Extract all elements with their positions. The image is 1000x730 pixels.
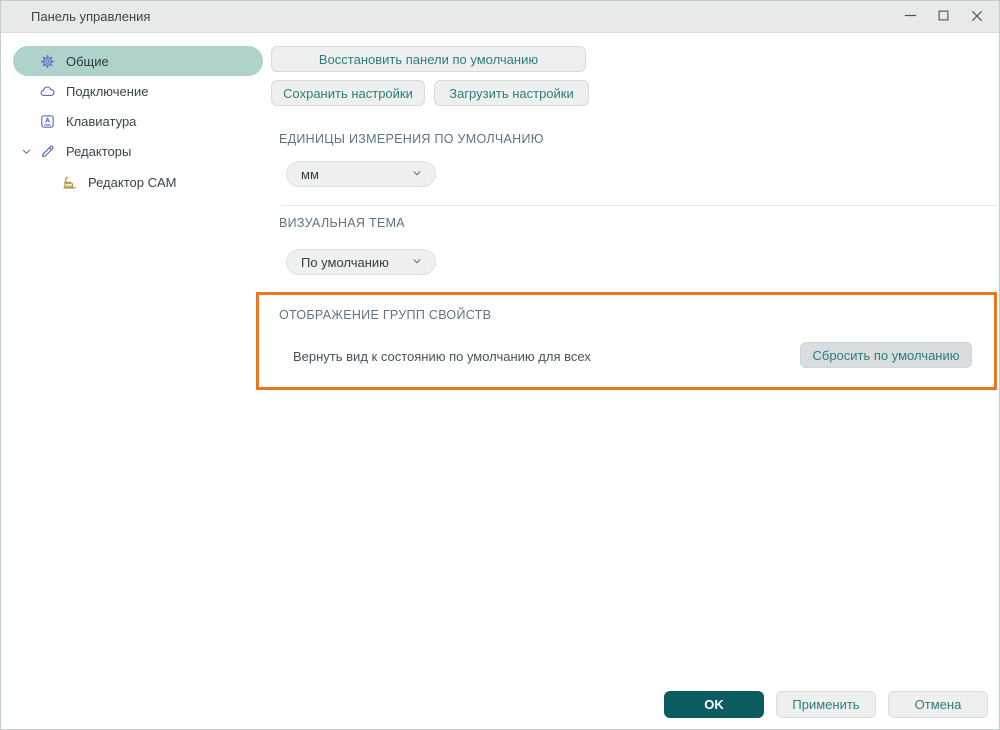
window-title: Панель управления xyxy=(31,9,151,24)
property-groups-title: ОТОБРАЖЕНИЕ ГРУПП СВОЙСТВ xyxy=(279,308,492,322)
units-dropdown[interactable]: мм xyxy=(286,161,436,187)
sidebar-item-label: Редакторы xyxy=(66,143,132,159)
chevron-down-icon xyxy=(411,255,423,270)
sidebar-item-cam-editor[interactable]: Редактор CAM xyxy=(13,167,263,197)
sidebar-item-connection[interactable]: Подключение xyxy=(13,76,263,106)
sidebar-item-label: Редактор CAM xyxy=(88,174,177,190)
theme-dropdown-value: По умолчанию xyxy=(301,254,389,270)
minimize-button[interactable] xyxy=(894,2,927,32)
save-settings-button[interactable]: Сохранить настройки xyxy=(271,80,425,106)
chevron-down-icon[interactable] xyxy=(19,144,33,158)
sidebar-item-editors[interactable]: Редакторы xyxy=(13,136,263,166)
sidebar-item-keyboard[interactable]: Клавиатура xyxy=(13,106,263,136)
control-panel-window: Панель управления Общие Подключение Клав… xyxy=(0,0,1000,730)
theme-section-title: ВИЗУАЛЬНАЯ ТЕМА xyxy=(279,216,405,230)
chevron-down-icon xyxy=(411,167,423,182)
reset-to-default-button[interactable]: Сбросить по умолчанию xyxy=(800,342,972,368)
maximize-button[interactable] xyxy=(927,2,960,32)
load-settings-button[interactable]: Загрузить настройки xyxy=(434,80,589,106)
keyboard-icon xyxy=(39,113,56,130)
sidebar-item-label: Подключение xyxy=(66,83,149,99)
units-dropdown-value: мм xyxy=(301,166,319,182)
maximize-icon xyxy=(936,8,951,26)
factory-icon xyxy=(61,174,78,191)
units-section-title: ЕДИНИЦЫ ИЗМЕРЕНИЯ ПО УМОЛЧАНИЮ xyxy=(279,132,544,146)
property-groups-highlight-box: ОТОБРАЖЕНИЕ ГРУПП СВОЙСТВ Вернуть вид к … xyxy=(256,292,997,390)
restore-panels-button[interactable]: Восстановить панели по умолчанию xyxy=(271,46,586,72)
ok-button[interactable]: OK xyxy=(664,691,764,718)
cloud-icon xyxy=(39,83,56,100)
close-button[interactable] xyxy=(960,2,993,32)
sidebar-item-label: Общие xyxy=(66,53,109,69)
titlebar: Панель управления xyxy=(1,1,999,33)
pencil-icon xyxy=(39,143,56,160)
gear-icon xyxy=(39,53,56,70)
cancel-button[interactable]: Отмена xyxy=(888,691,988,718)
sidebar-item-general[interactable]: Общие xyxy=(13,46,263,76)
window-controls xyxy=(894,1,993,33)
apply-button[interactable]: Применить xyxy=(776,691,876,718)
minimize-icon xyxy=(902,7,919,27)
section-divider xyxy=(281,205,997,206)
sidebar-item-label: Клавиатура xyxy=(66,113,137,129)
property-groups-description: Вернуть вид к состоянию по умолчанию для… xyxy=(293,349,591,364)
close-icon xyxy=(969,8,985,27)
theme-dropdown[interactable]: По умолчанию xyxy=(286,249,436,275)
